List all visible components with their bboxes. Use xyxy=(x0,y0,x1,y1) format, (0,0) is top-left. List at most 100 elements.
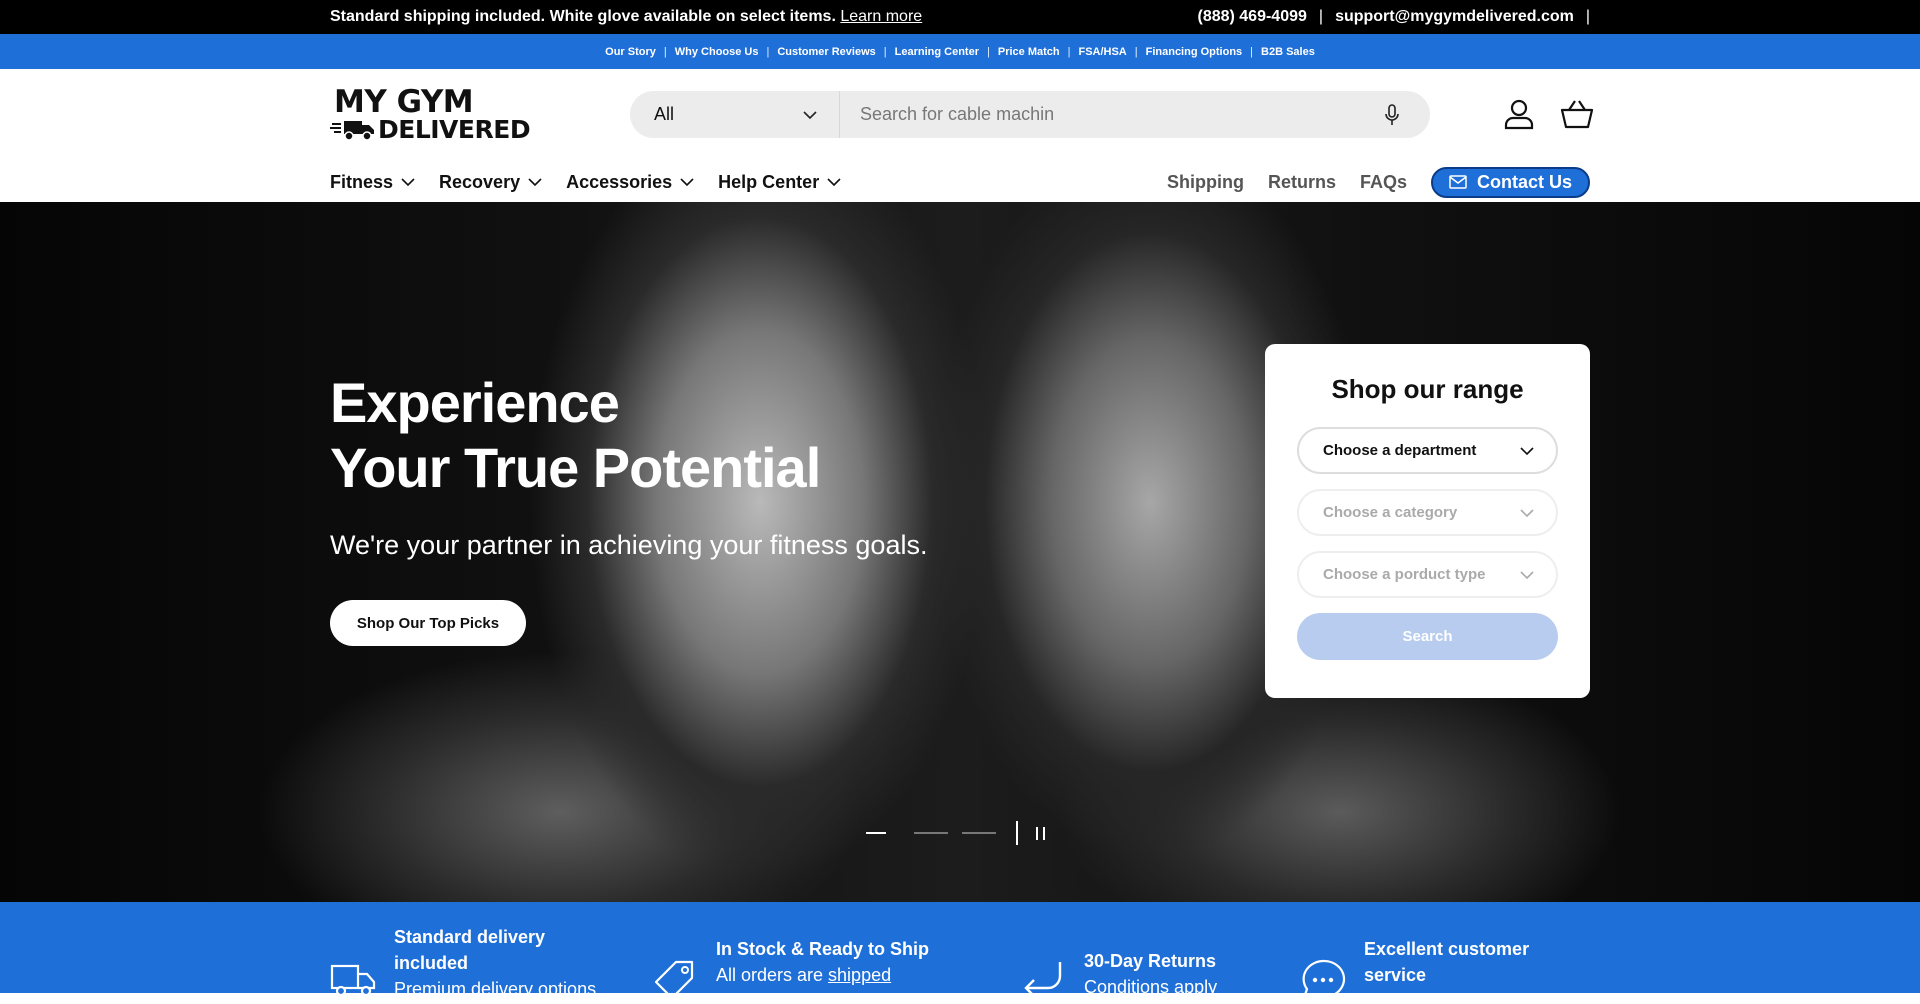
panel-search-button[interactable]: Search xyxy=(1297,613,1558,660)
feature-returns: 30-Day Returns Conditions apply xyxy=(1020,948,1217,1004)
slide-indicator-1[interactable] xyxy=(866,832,886,834)
separator: | xyxy=(1067,45,1071,58)
nav-item-help-center[interactable]: Help Center xyxy=(718,172,841,193)
feature-text: In Stock & Ready to Ship All orders are … xyxy=(716,936,929,1004)
nav-item-recovery[interactable]: Recovery xyxy=(439,172,542,193)
product-type-dropdown[interactable]: Choose a porduct type xyxy=(1297,551,1558,598)
contact-info: (888) 469-4099 | support@mygymdelivered.… xyxy=(1197,8,1590,26)
chevron-down-icon xyxy=(680,178,694,187)
logo-line1: MY GYM xyxy=(334,84,474,121)
link-customer-reviews[interactable]: Customer Reviews xyxy=(777,46,875,58)
basket-icon[interactable] xyxy=(1560,97,1594,131)
slide-indicator-2[interactable] xyxy=(914,832,948,834)
shop-top-picks-button[interactable]: Shop Our Top Picks xyxy=(330,600,526,646)
nav-secondary-links: Shipping Returns FAQs Contact Us xyxy=(1167,166,1590,198)
feature-title: In Stock & Ready to Ship xyxy=(716,939,930,959)
product-type-dropdown-label: Choose a porduct type xyxy=(1323,566,1486,583)
chevron-down-icon xyxy=(827,178,841,187)
shipped-link[interactable]: shipped xyxy=(828,965,891,985)
link-b2b-sales[interactable]: B2B Sales xyxy=(1261,46,1315,58)
link-why-choose-us[interactable]: Why Choose Us xyxy=(675,46,759,58)
separator: | xyxy=(1250,45,1254,58)
separator: | xyxy=(1318,8,1324,25)
link-fsa-hsa[interactable]: FSA/HSA xyxy=(1078,46,1126,58)
chevron-down-icon xyxy=(1520,446,1534,455)
category-dropdown-label: Choose a category xyxy=(1323,504,1458,521)
link-learning-center[interactable]: Learning Center xyxy=(895,46,979,58)
announcement-bar: Standard shipping included. White glove … xyxy=(0,0,1920,34)
nav-item-accessories[interactable]: Accessories xyxy=(566,172,694,193)
announcement-message: Standard shipping included. White glove … xyxy=(330,8,922,26)
nav-item-label: Accessories xyxy=(566,171,673,192)
chevron-down-icon xyxy=(401,178,415,187)
announcement-text: Standard shipping included. White glove … xyxy=(330,8,836,25)
link-our-story[interactable]: Our Story xyxy=(605,46,656,58)
faqs-link[interactable]: FAQs xyxy=(1360,172,1407,193)
link-price-match[interactable]: Price Match xyxy=(998,46,1060,58)
separator: | xyxy=(663,45,667,58)
department-dropdown-label: Choose a department xyxy=(1323,442,1477,459)
chevron-down-icon xyxy=(528,178,542,187)
contact-us-label: Contact Us xyxy=(1476,171,1572,192)
search-input[interactable]: Search for cable machin xyxy=(840,104,1372,125)
nav-item-label: Help Center xyxy=(718,171,820,192)
envelope-icon xyxy=(1449,175,1467,189)
separator: | xyxy=(883,45,887,58)
feature-title: Standard delivery included xyxy=(394,927,546,973)
feature-text: Standard delivery included Premium deliv… xyxy=(394,924,604,1004)
feature-customer-service: Excellent customer service xyxy=(1300,936,1554,1004)
voice-search-button[interactable] xyxy=(1372,103,1412,126)
feature-subtitle: Premium delivery options xyxy=(394,979,597,999)
shipping-link[interactable]: Shipping xyxy=(1167,172,1244,193)
chevron-down-icon xyxy=(1520,570,1534,579)
nav-menu: Fitness Recovery Accessories Help Center xyxy=(330,172,841,193)
learn-more-link[interactable]: Learn more xyxy=(840,8,922,25)
department-select[interactable]: All xyxy=(630,91,840,138)
feature-in-stock: In Stock & Ready to Ship All orders are … xyxy=(652,936,929,1004)
feature-title: Excellent customer service xyxy=(1364,939,1530,985)
pause-icon xyxy=(1036,826,1038,840)
pause-button[interactable] xyxy=(1036,826,1045,840)
nav-item-fitness[interactable]: Fitness xyxy=(330,172,415,193)
truck-logo-icon xyxy=(330,120,374,141)
contact-us-button[interactable]: Contact Us xyxy=(1430,166,1590,198)
separator: | xyxy=(987,45,990,58)
category-dropdown[interactable]: Choose a category xyxy=(1297,489,1558,536)
search-bar: All Search for cable machin xyxy=(630,91,1430,138)
site-header: MY GYM DELIVERED All Search for cable ma… xyxy=(0,69,1920,161)
feature-subtitle: Conditions apply xyxy=(1084,977,1218,997)
tag-icon xyxy=(654,960,694,1000)
slide-indicator-3[interactable] xyxy=(962,832,996,834)
truck-icon xyxy=(330,964,376,997)
feature-delivery: Standard delivery included Premium deliv… xyxy=(330,924,604,1004)
nav-item-label: Recovery xyxy=(439,171,521,192)
return-arrow-icon xyxy=(1024,962,1062,997)
header-icons xyxy=(1502,97,1594,131)
department-dropdown[interactable]: Choose a department xyxy=(1297,427,1558,474)
features-bar: Standard delivery included Premium deliv… xyxy=(0,902,1920,1000)
logo-line2-row: DELIVERED xyxy=(330,117,552,142)
separator: | xyxy=(1585,8,1590,25)
slideshow-divider xyxy=(1016,821,1018,845)
microphone-icon xyxy=(1385,103,1399,125)
hero-heading-line2: Your True Potential xyxy=(330,436,821,499)
phone-link[interactable]: (888) 469-4099 xyxy=(1197,8,1306,26)
chevron-down-icon xyxy=(803,110,817,119)
returns-link[interactable]: Returns xyxy=(1268,172,1336,193)
hero-subheading: We're your partner in achieving your fit… xyxy=(330,530,928,560)
main-navigation: Fitness Recovery Accessories Help Center… xyxy=(0,161,1920,203)
site-logo[interactable]: MY GYM DELIVERED xyxy=(330,87,552,143)
hero-banner: Experience Your True Potential We're you… xyxy=(0,202,1920,902)
feature-title: 30-Day Returns xyxy=(1084,951,1217,971)
email-link[interactable]: support@mygymdelivered.com xyxy=(1335,8,1574,26)
department-value: All xyxy=(654,104,675,124)
utility-links-bar: Our Story | Why Choose Us | Customer Revie… xyxy=(0,34,1920,69)
chevron-down-icon xyxy=(1520,508,1534,517)
chat-bubble-icon xyxy=(1302,959,1346,1000)
shop-range-panel: Shop our range Choose a department Choos… xyxy=(1265,344,1590,698)
account-icon[interactable] xyxy=(1502,97,1536,131)
feature-subtitle-prefix: All orders are xyxy=(716,965,829,985)
link-financing-options[interactable]: Financing Options xyxy=(1146,46,1243,58)
shop-range-title: Shop our range xyxy=(1331,374,1524,404)
nav-item-label: Fitness xyxy=(330,171,394,192)
